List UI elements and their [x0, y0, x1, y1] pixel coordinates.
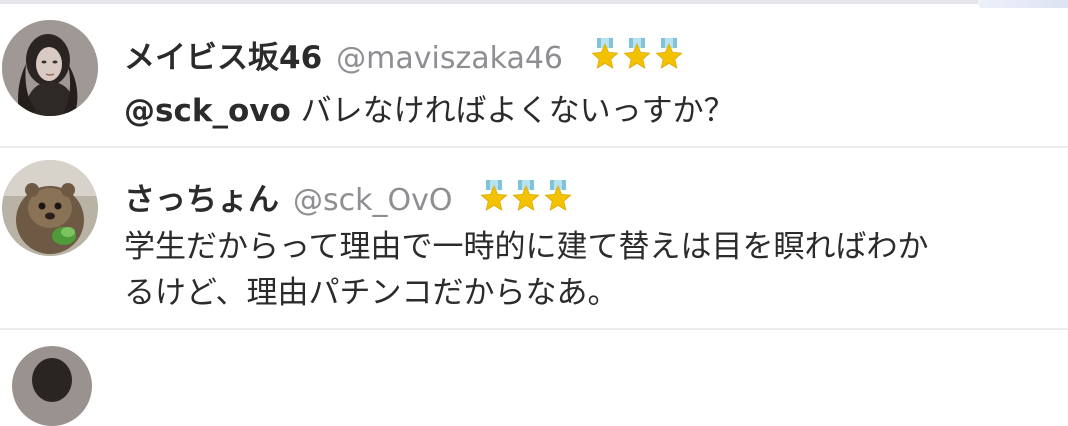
reply-list: メイビス坂46 @maviszaka46 @sck_ovo バレなければよくない… — [0, 4, 1068, 426]
star-ribbon-icon — [623, 37, 651, 69]
avatar[interactable] — [2, 20, 98, 116]
star-ribbon-icon — [655, 37, 683, 69]
reply-text-line: 学生だからって理由で一時的に建て替えは目を瞑ればわか — [124, 229, 929, 265]
avatar[interactable] — [2, 160, 98, 256]
badge-group — [589, 37, 685, 72]
reply-text: 学生だからって理由で一時的に建て替えは目を瞑ればわか るけど、理由パチンコだから… — [124, 224, 1059, 316]
reply-item[interactable]: メイビス坂46 @maviszaka46 @sck_ovo バレなければよくない… — [0, 4, 1068, 148]
display-name[interactable]: メイビス坂46 — [124, 32, 322, 77]
reply-header: さっちょん @sck_OvO — [124, 174, 574, 219]
reply-text-line: るけど、理由パチンコだからなあ。 — [124, 275, 619, 311]
star-ribbon-icon — [591, 37, 619, 69]
mention-link[interactable]: @sck_ovo — [124, 93, 291, 129]
reply-header: メイビス坂46 @maviszaka46 — [124, 32, 685, 77]
badge-group — [478, 179, 574, 214]
display-name[interactable]: さっちょん — [124, 174, 279, 219]
user-handle[interactable]: @sck_OvO — [293, 183, 452, 218]
star-ribbon-icon — [544, 179, 573, 211]
reply-text-content: バレなければよくないっすか？ — [290, 93, 735, 129]
star-ribbon-icon — [480, 179, 509, 211]
user-handle[interactable]: @maviszaka46 — [336, 41, 563, 76]
star-ribbon-icon — [512, 179, 541, 211]
reply-text: @sck_ovo バレなければよくないっすか？ — [124, 88, 735, 134]
reply-item[interactable]: さっちょん @sck_OvO 学生だからって理由で一時的に建て替えは目を瞑ればわ… — [0, 148, 1068, 330]
avatar[interactable] — [12, 346, 92, 426]
